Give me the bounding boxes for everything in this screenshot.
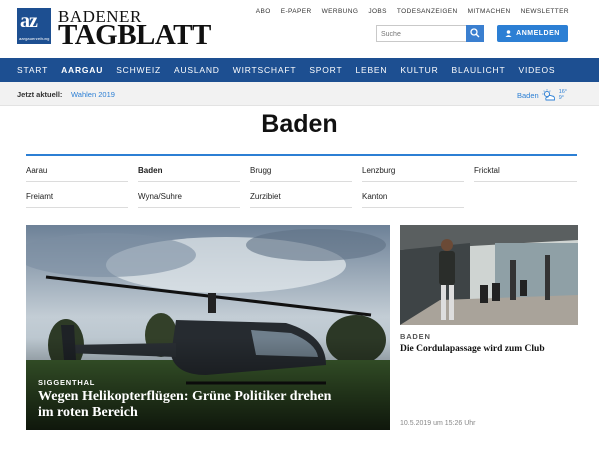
main-nav: START AARGAU SCHWEIZ AUSLAND WIRTSCHAFT … (0, 58, 599, 82)
weather-low: 9° (558, 95, 564, 101)
weather-widget[interactable]: Baden 16° 9° (517, 87, 567, 103)
region-wyna-suhre[interactable]: Wyna/Suhre (138, 182, 240, 208)
region-aarau[interactable]: Aarau (26, 156, 128, 182)
page-title: Baden (261, 110, 338, 138)
region-freiamt[interactable]: Freiamt (26, 182, 128, 208)
region-kanton[interactable]: Kanton (362, 182, 464, 208)
logo-badge-text: az (20, 10, 38, 32)
side-article-timestamp: 10.5.2019 um 15:26 Uhr (400, 420, 476, 427)
nav-item-start[interactable]: START (17, 65, 48, 75)
region-brugg[interactable]: Brugg (250, 156, 352, 182)
region-zurzibiet[interactable]: Zurzibiet (250, 182, 352, 208)
current-topics-bar: Jetzt aktuell: Wahlen 2019 Baden 16° 9° (0, 82, 599, 106)
logo-badge-subtext: aargauerzeitung (19, 36, 50, 41)
util-link-mitmachen[interactable]: MITMACHEN (468, 8, 511, 15)
az-logo-badge[interactable]: az aargauerzeitung (17, 8, 51, 44)
passage-photo (400, 225, 578, 325)
site-header: az aargauerzeitung BADENER TAGBLATT ABO … (0, 0, 599, 58)
search-icon (470, 28, 480, 38)
side-article-kicker: BADEN (400, 332, 431, 341)
login-label: ANMELDEN (516, 30, 560, 37)
partly-cloudy-icon (541, 89, 555, 101)
nav-item-wirtschaft[interactable]: WIRTSCHAFT (233, 65, 297, 75)
region-baden[interactable]: Baden (138, 156, 240, 182)
nav-item-aargau[interactable]: AARGAU (61, 65, 103, 75)
search-box (376, 25, 484, 42)
main-article-headline[interactable]: Wegen Helikopterflügen: Grüne Politiker … (38, 389, 338, 421)
nav-item-leben[interactable]: LEBEN (355, 65, 387, 75)
region-fricktal[interactable]: Fricktal (474, 156, 577, 182)
search-input[interactable] (381, 28, 465, 40)
nav-item-blaulicht[interactable]: BLAULICHT (452, 65, 506, 75)
util-link-epaper[interactable]: E-PAPER (281, 8, 312, 15)
logo-line-main[interactable]: TAGBLATT (58, 19, 211, 52)
nav-item-ausland[interactable]: AUSLAND (174, 65, 220, 75)
weather-city: Baden (517, 90, 539, 100)
current-topic-link[interactable]: Wahlen 2019 (71, 90, 115, 99)
weather-temps: 16° 9° (559, 89, 567, 101)
nav-item-schweiz[interactable]: SCHWEIZ (116, 65, 161, 75)
nav-item-sport[interactable]: SPORT (309, 65, 342, 75)
util-link-newsletter[interactable]: NEWSLETTER (521, 8, 569, 15)
side-article-headline[interactable]: Die Cordulapassage wird zum Club (400, 344, 580, 354)
nav-item-videos[interactable]: VIDEOS (518, 65, 555, 75)
util-link-jobs[interactable]: JOBS (368, 8, 387, 15)
util-link-todesanzeigen[interactable]: TODESANZEIGEN (397, 8, 458, 15)
region-lenzburg[interactable]: Lenzburg (362, 156, 464, 182)
search-button[interactable] (466, 25, 484, 42)
utility-links: ABO E-PAPER WERBUNG JOBS TODESANZEIGEN M… (256, 8, 569, 15)
side-article-image[interactable] (400, 225, 578, 325)
main-article-kicker: SIGGENTHAL (38, 378, 96, 387)
main-article-card[interactable]: SIGGENTHAL Wegen Helikopterflügen: Grüne… (26, 225, 390, 430)
nav-item-kultur[interactable]: KULTUR (400, 65, 438, 75)
util-link-werbung[interactable]: WERBUNG (322, 8, 359, 15)
user-icon (505, 30, 512, 37)
util-link-abo[interactable]: ABO (256, 8, 271, 15)
login-button[interactable]: ANMELDEN (497, 25, 568, 42)
current-label: Jetzt aktuell: (17, 90, 63, 99)
